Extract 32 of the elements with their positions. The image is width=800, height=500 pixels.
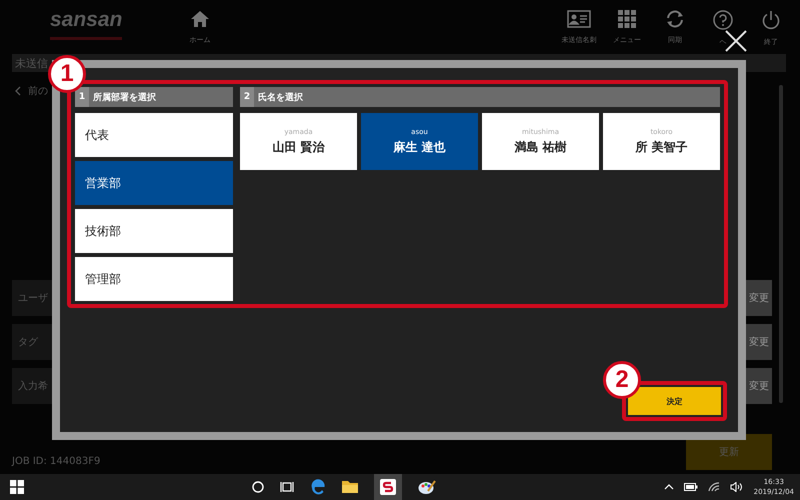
search-icon[interactable] — [252, 481, 264, 493]
task-view-icon[interactable] — [280, 481, 294, 493]
browser-icon[interactable] — [310, 479, 326, 495]
folder-icon[interactable] — [342, 480, 358, 494]
battery-icon[interactable] — [684, 483, 698, 491]
home-icon — [190, 10, 210, 28]
department-option[interactable]: 技術部 — [75, 209, 233, 253]
section-header: 2 氏名を選択 — [240, 87, 720, 107]
department-option[interactable]: 営業部 — [75, 161, 233, 205]
close-icon[interactable] — [725, 30, 747, 52]
windows-start-icon[interactable] — [10, 480, 24, 494]
scrollbar[interactable] — [779, 85, 783, 403]
breadcrumb: 未送信 — [14, 56, 48, 70]
department-option[interactable]: 代表 — [75, 113, 233, 157]
logo: sansan — [50, 8, 124, 32]
sync-icon — [665, 10, 685, 28]
section-header: 1 所属部署を選択 — [75, 87, 233, 107]
power-icon — [761, 10, 781, 30]
wifi-icon[interactable] — [708, 482, 720, 492]
paint-palette-icon[interactable] — [418, 479, 436, 495]
grid-icon — [618, 10, 636, 28]
confirm-button[interactable]: 決定 — [628, 387, 721, 415]
help-icon — [713, 10, 733, 30]
logo-underline — [50, 37, 122, 40]
speaker-icon[interactable] — [730, 482, 744, 492]
chevron-up-icon[interactable] — [664, 484, 674, 490]
job-id: JOB ID: 144083F9 — [12, 456, 100, 469]
chevron-left-icon[interactable] — [15, 86, 21, 96]
app-icon[interactable] — [374, 474, 402, 500]
back-link[interactable]: 前の — [28, 84, 48, 98]
department-option[interactable]: 管理部 — [75, 257, 233, 301]
id-card-icon — [567, 10, 591, 28]
